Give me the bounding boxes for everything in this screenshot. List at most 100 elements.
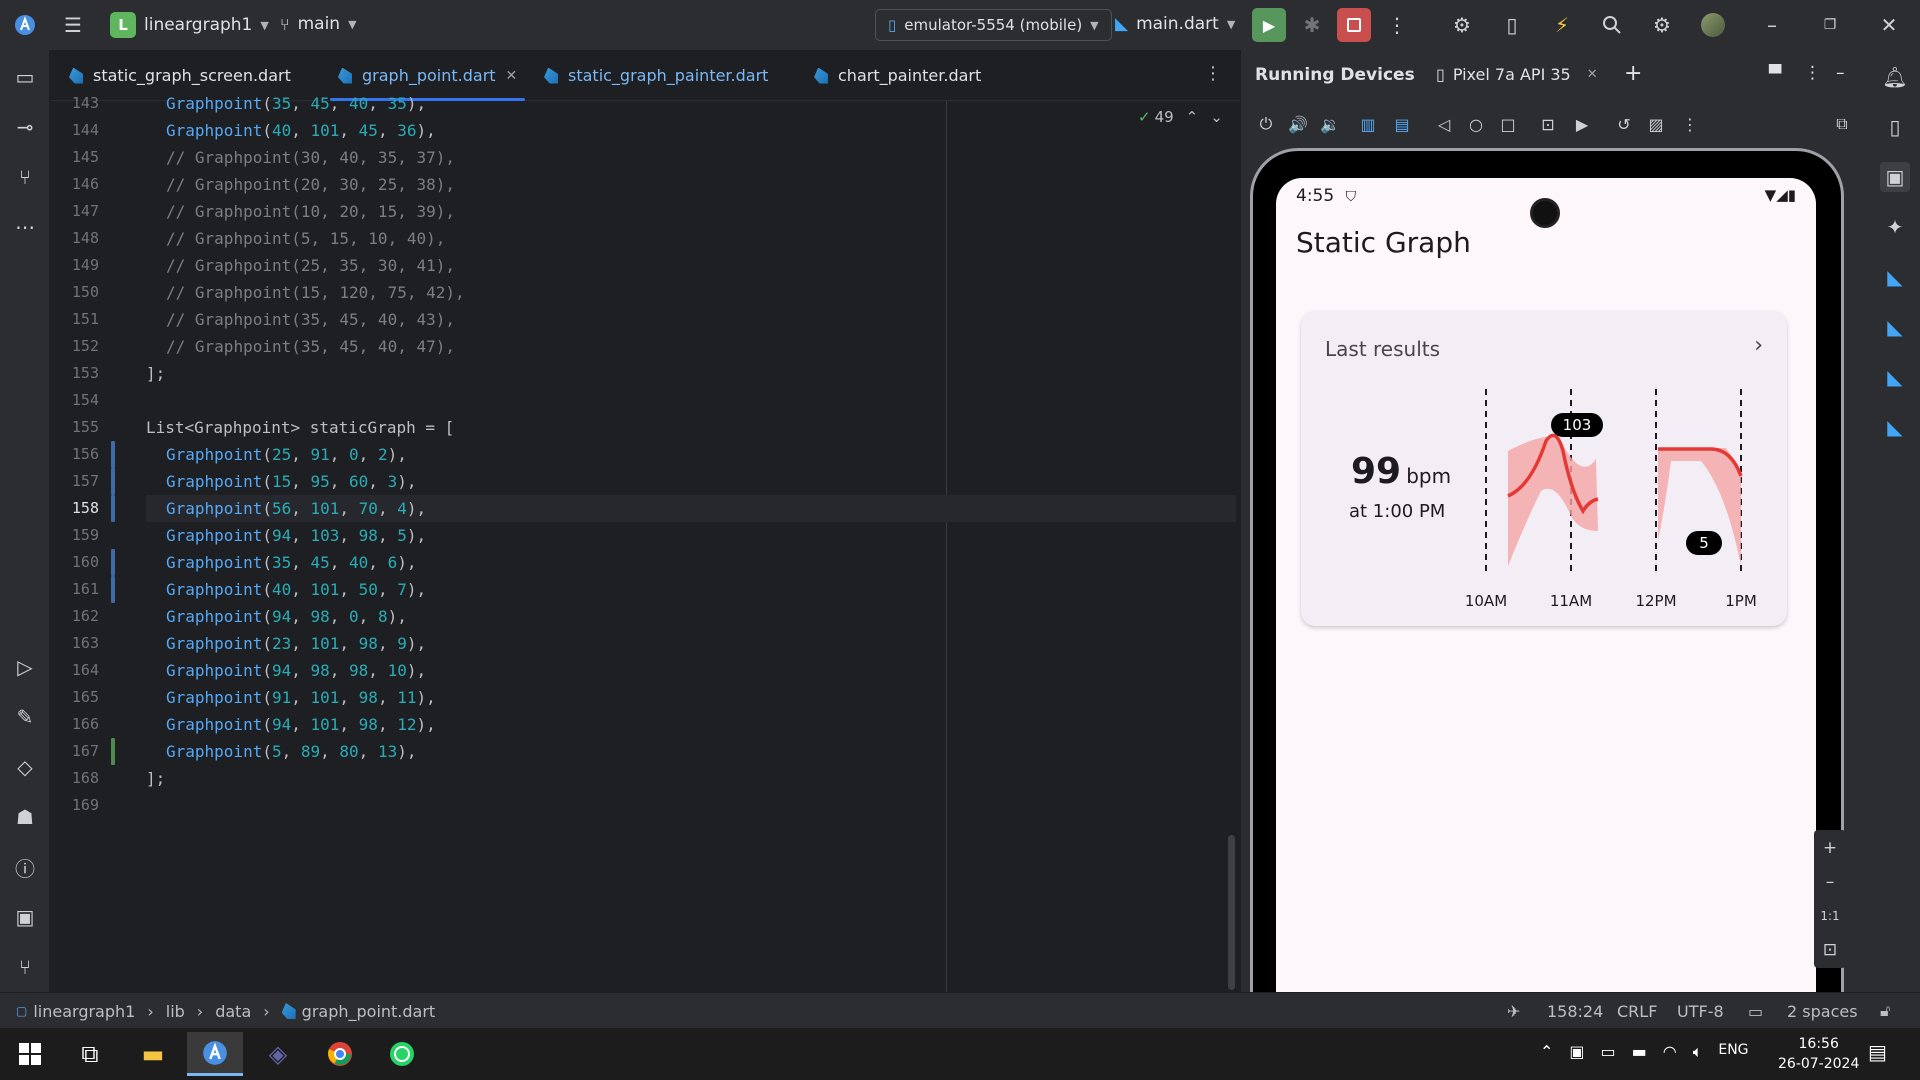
task-view-icon[interactable]: ⧉ — [62, 1032, 118, 1076]
flutter-performance-icon[interactable]: ◣ — [1880, 362, 1910, 392]
vcs-change-marker[interactable] — [111, 738, 115, 765]
close-tab-icon[interactable]: ✕ — [506, 68, 518, 84]
lock-icon[interactable]: 🔓︎ — [1880, 993, 1890, 1029]
device-file-explorer-icon[interactable]: ▯ — [1880, 112, 1910, 142]
display-icon[interactable]: ▭ — [1601, 1042, 1616, 1062]
code-line[interactable]: // Graphpoint(10, 20, 15, 39), — [166, 198, 455, 225]
version-control-icon[interactable]: ⑂ — [10, 952, 40, 982]
cursor-position[interactable]: 158:24 — [1547, 993, 1603, 1029]
teams-icon[interactable]: ◈ — [250, 1032, 306, 1076]
code-line[interactable]: Graphpoint(23, 101, 98, 9), — [166, 630, 426, 657]
code-line[interactable]: List<Graphpoint> staticGraph = [ — [146, 414, 454, 441]
home-icon[interactable]: ○ — [1464, 101, 1488, 147]
main-menu-icon[interactable]: ☰ — [58, 10, 88, 40]
code-line[interactable]: // Graphpoint(20, 30, 25, 38), — [166, 171, 455, 198]
code-line[interactable]: Graphpoint(94, 101, 98, 12), — [166, 711, 436, 738]
code-line[interactable]: ]; — [146, 765, 165, 792]
stop-button[interactable] — [1337, 8, 1371, 42]
code-line[interactable]: Graphpoint(94, 98, 98, 10), — [166, 657, 426, 684]
code-line[interactable]: // Graphpoint(35, 45, 40, 47), — [166, 333, 455, 360]
clock[interactable]: 16:56 26-07-2024 — [1778, 1034, 1859, 1074]
pull-requests-icon[interactable]: ⑂ — [10, 162, 40, 192]
zoom-actual-size-button[interactable]: 1:1 — [1814, 900, 1846, 932]
code-line[interactable]: // Graphpoint(15, 120, 75, 42), — [166, 279, 465, 306]
more-device-actions-icon[interactable]: ⋮ — [1678, 101, 1702, 147]
reset-icon[interactable]: ↺ — [1612, 101, 1636, 147]
vcs-change-marker[interactable] — [111, 495, 115, 522]
zoom-out-icon[interactable]: – — [1814, 866, 1846, 898]
file-explorer-icon[interactable]: ▬ — [125, 1032, 181, 1076]
add-device-icon[interactable]: + — [1624, 61, 1642, 86]
vcs-change-marker[interactable] — [111, 441, 115, 468]
gem-icon[interactable]: ◇ — [10, 752, 40, 782]
code-editor[interactable]: Graphpoint(35, 45, 40, 35), Graphpoint(40… — [146, 94, 1236, 992]
run-config-selector[interactable]: ◣ main.dart ▼ — [1115, 14, 1235, 34]
tab-options-icon[interactable]: ⋮ — [1204, 63, 1222, 84]
code-line[interactable]: ]; — [146, 360, 165, 387]
minimize-icon[interactable]: – — [1757, 10, 1787, 40]
back-icon[interactable]: ◁ — [1432, 101, 1456, 147]
tab-chart-painter[interactable]: chart_painter.dart — [814, 50, 981, 101]
volume-up-icon[interactable]: 🔊 — [1286, 101, 1310, 147]
volume-down-icon[interactable]: 🔉 — [1318, 101, 1342, 147]
settings-gear-icon[interactable]: ⚙ — [1647, 10, 1677, 40]
problems-icon[interactable]: ⓘ — [10, 852, 40, 882]
screen-record-icon[interactable]: ▶ — [1570, 101, 1594, 147]
rotate-right-icon[interactable]: ▤ — [1390, 101, 1414, 147]
code-line[interactable]: Graphpoint(5, 89, 80, 13), — [166, 738, 416, 765]
hot-reload-status-icon[interactable]: ✈ — [1507, 993, 1520, 1029]
android-studio-logo-icon[interactable] — [10, 10, 40, 40]
terminal-icon[interactable]: ▣ — [10, 902, 40, 932]
whatsapp-icon[interactable] — [374, 1032, 430, 1076]
chevron-up-icon[interactable]: ⌃ — [1186, 108, 1199, 126]
code-line[interactable]: Graphpoint(94, 98, 0, 8), — [166, 603, 407, 630]
screenshot-icon[interactable]: ⊡ — [1536, 101, 1560, 147]
hide-panel-icon[interactable]: – — [1836, 63, 1845, 83]
flutter-devtools-icon[interactable]: ◣ — [1880, 412, 1910, 442]
snapshots-icon[interactable]: ▨ — [1644, 101, 1668, 147]
device-mirroring-icon[interactable]: ⧉ — [1830, 101, 1854, 147]
commit-icon[interactable]: ⊸ — [10, 112, 40, 142]
results-card[interactable]: Last results › 99 bpm at 1:00 PM 103 5 1… — [1301, 311, 1787, 626]
breadcrumb-item[interactable]: lineargraph1 — [33, 1002, 135, 1021]
code-line[interactable]: // Graphpoint(5, 15, 10, 40), — [166, 225, 445, 252]
panel-options-icon[interactable]: ⋮ — [1804, 63, 1821, 83]
zoom-fit-icon[interactable]: ⊡ — [1814, 934, 1846, 966]
notification-center-icon[interactable]: ▤ — [1868, 1040, 1887, 1064]
vcs-change-marker[interactable] — [111, 468, 115, 495]
run-button[interactable]: ▶ — [1252, 8, 1286, 42]
windows-start-icon[interactable] — [2, 1032, 58, 1076]
inspection-widget[interactable]: ✓ 49 ⌃ ⌄ — [1138, 108, 1223, 126]
notifications-icon[interactable]: 🔔︎ — [1880, 62, 1910, 92]
flutter-inspector-icon[interactable]: ◣ — [1880, 312, 1910, 342]
logcat-icon[interactable]: ☗ — [10, 802, 40, 832]
language-indicator[interactable]: ENG — [1718, 1042, 1748, 1062]
code-line[interactable]: Graphpoint(40, 101, 45, 36), — [166, 117, 436, 144]
device-manager-icon[interactable]: ▯ — [1497, 10, 1527, 40]
chevron-down-icon[interactable]: ⌄ — [1210, 108, 1223, 126]
hot-reload-icon[interactable]: ⚡ — [1547, 10, 1577, 40]
editor-scrollbar[interactable] — [1228, 835, 1235, 990]
code-line[interactable]: Graphpoint(15, 95, 60, 3), — [166, 468, 416, 495]
code-line[interactable]: Graphpoint(56, 101, 70, 4), — [166, 495, 426, 522]
volume-icon[interactable]: 🔈︎ — [1693, 1042, 1703, 1062]
gemini-icon[interactable]: ✦ — [1880, 212, 1910, 242]
code-line[interactable]: // Graphpoint(35, 45, 40, 43), — [166, 306, 455, 333]
chrome-icon[interactable] — [312, 1032, 368, 1076]
rotate-left-icon[interactable]: ▥ — [1356, 101, 1380, 147]
window-layout-icon[interactable]: ▀ — [1769, 64, 1781, 83]
project-selector[interactable]: L lineargraph1 ▼ — [110, 12, 269, 38]
vcs-change-marker[interactable] — [111, 576, 115, 603]
more-actions-icon[interactable]: ⋮ — [1382, 10, 1412, 40]
file-encoding[interactable]: UTF-8 — [1677, 993, 1724, 1029]
phone-screen[interactable]: 4:55 ⛉ ▼◢▮ Static Graph Last results › 9… — [1276, 178, 1816, 992]
breadcrumb-item[interactable]: data — [215, 1002, 251, 1021]
overview-icon[interactable]: □ — [1496, 101, 1520, 147]
flutter-inspector-icon[interactable]: ✎ — [10, 702, 40, 732]
power-icon[interactable]: ⏻ — [1254, 101, 1278, 147]
close-window-icon[interactable]: ✕ — [1874, 10, 1904, 40]
zoom-in-icon[interactable]: + — [1814, 832, 1846, 864]
tab-static-graph-painter[interactable]: static_graph_painter.dart — [544, 50, 768, 101]
project-folder-icon[interactable]: ▭ — [10, 62, 40, 92]
code-line[interactable]: Graphpoint(35, 45, 40, 6), — [166, 549, 416, 576]
